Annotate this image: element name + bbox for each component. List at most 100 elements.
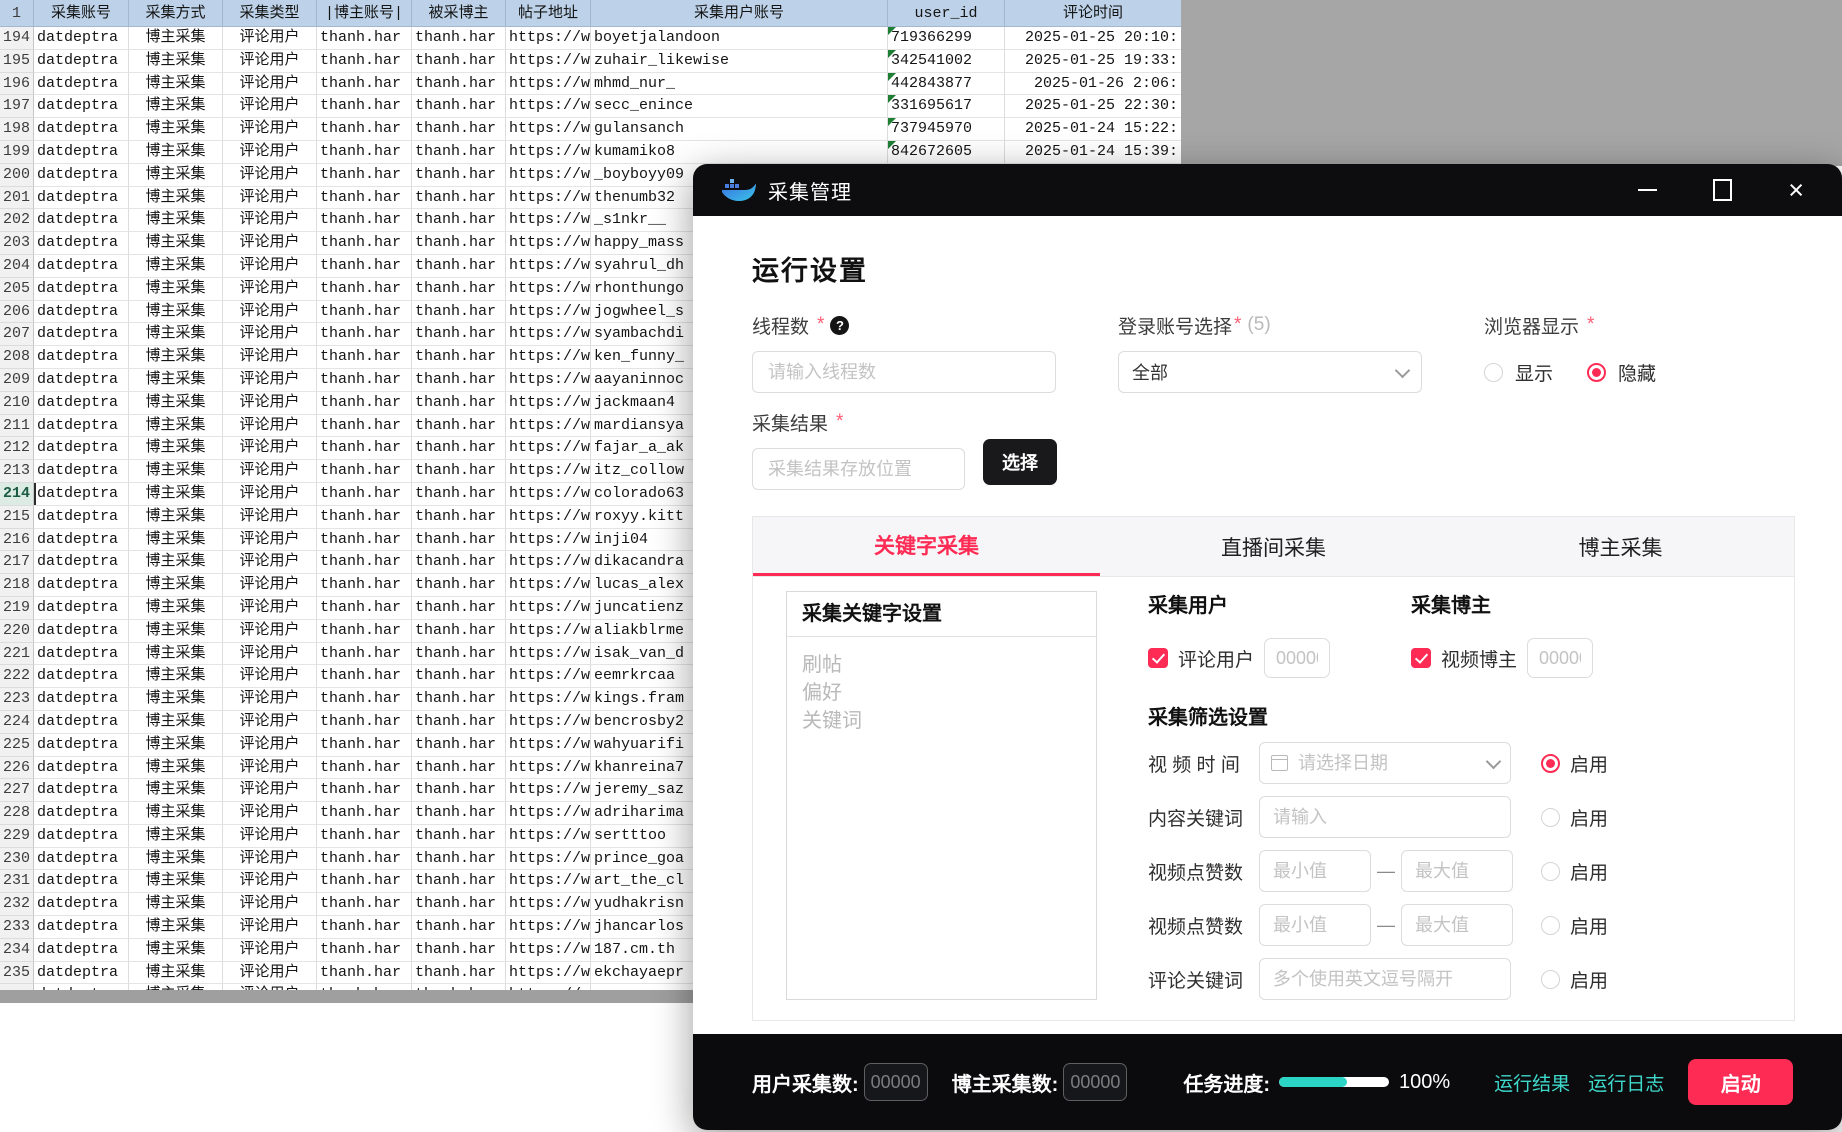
- cell[interactable]: thanh.har: [317, 825, 412, 848]
- cell[interactable]: thanh.har: [317, 301, 412, 324]
- cell[interactable]: 评论用户: [223, 209, 317, 232]
- cell[interactable]: 评论用户: [223, 255, 317, 278]
- cell[interactable]: thanh.har: [317, 802, 412, 825]
- row-number[interactable]: 215: [0, 506, 34, 529]
- cell[interactable]: thanh.har: [412, 893, 506, 916]
- cell[interactable]: https://w: [506, 209, 591, 232]
- video-likes2-enable-radio[interactable]: [1541, 916, 1560, 935]
- row-number[interactable]: 198: [0, 118, 34, 141]
- cell[interactable]: 评论用户: [223, 483, 317, 506]
- cell[interactable]: thanh.har: [412, 597, 506, 620]
- cell[interactable]: thanh.har: [412, 164, 506, 187]
- row-number[interactable]: 211: [0, 415, 34, 438]
- cell[interactable]: thanh.har: [412, 665, 506, 688]
- cell[interactable]: https://w: [506, 95, 591, 118]
- cell[interactable]: 博主采集: [129, 551, 223, 574]
- row-number[interactable]: 228: [0, 802, 34, 825]
- video-likes2-max-field[interactable]: [1413, 914, 1501, 937]
- cell[interactable]: 博主采集: [129, 711, 223, 734]
- cell[interactable]: https://w: [506, 665, 591, 688]
- cell[interactable]: thanh.har: [412, 232, 506, 255]
- cell[interactable]: https://w: [506, 27, 591, 50]
- cell[interactable]: datdeptra: [34, 50, 129, 73]
- cell[interactable]: thanh.har: [317, 483, 412, 506]
- cell[interactable]: 博主采集: [129, 688, 223, 711]
- row-number[interactable]: 219: [0, 597, 34, 620]
- cell[interactable]: 博主采集: [129, 392, 223, 415]
- cell[interactable]: 2025-01-25 22:30:: [1005, 95, 1181, 118]
- cell[interactable]: thanh.har: [317, 870, 412, 893]
- cell[interactable]: thanh.har: [317, 506, 412, 529]
- cell[interactable]: thanh.har: [317, 164, 412, 187]
- cell[interactable]: datdeptra: [34, 711, 129, 734]
- tab-blogger-collect[interactable]: 博主采集: [1447, 517, 1794, 576]
- cell[interactable]: thanh.har: [412, 50, 506, 73]
- radio-show[interactable]: [1484, 363, 1503, 382]
- cell[interactable]: 博主采集: [129, 643, 223, 666]
- cell[interactable]: https://w: [506, 415, 591, 438]
- cell[interactable]: https://w: [506, 506, 591, 529]
- user-count-field[interactable]: [865, 1071, 927, 1094]
- column-header[interactable]: 采集用户账号: [591, 0, 888, 27]
- content-keyword-input[interactable]: [1259, 796, 1511, 838]
- cell[interactable]: 评论用户: [223, 95, 317, 118]
- cell[interactable]: thanh.har: [412, 460, 506, 483]
- cell[interactable]: thanh.har: [412, 802, 506, 825]
- cell[interactable]: 719366299: [888, 27, 1005, 50]
- cell[interactable]: 2025-01-25 20:10:: [1005, 27, 1181, 50]
- cell[interactable]: 博主采集: [129, 962, 223, 985]
- cell[interactable]: thanh.har: [317, 574, 412, 597]
- cell[interactable]: https://w: [506, 757, 591, 780]
- cell[interactable]: thanh.har: [317, 187, 412, 210]
- row-number[interactable]: 214: [0, 483, 34, 506]
- cell[interactable]: 博主采集: [129, 95, 223, 118]
- cell[interactable]: 博主采集: [129, 916, 223, 939]
- cell[interactable]: thanh.har: [412, 27, 506, 50]
- cell[interactable]: https://w: [506, 848, 591, 871]
- corner-cell[interactable]: 1: [0, 0, 34, 27]
- cell[interactable]: https://w: [506, 711, 591, 734]
- result-path-field[interactable]: [766, 458, 951, 481]
- cell[interactable]: 博主采集: [129, 825, 223, 848]
- cell[interactable]: https://w: [506, 118, 591, 141]
- cell[interactable]: datdeptra: [34, 95, 129, 118]
- cell[interactable]: thanh.har: [412, 848, 506, 871]
- cell[interactable]: 评论用户: [223, 916, 317, 939]
- row-number[interactable]: 231: [0, 870, 34, 893]
- cell[interactable]: 博主采集: [129, 50, 223, 73]
- cell[interactable]: datdeptra: [34, 164, 129, 187]
- video-likes-min-field[interactable]: [1271, 860, 1359, 883]
- cell[interactable]: thanh.har: [317, 73, 412, 96]
- cell[interactable]: thanh.har: [317, 346, 412, 369]
- cell[interactable]: datdeptra: [34, 369, 129, 392]
- video-likes-enable-radio[interactable]: [1541, 862, 1560, 881]
- cell[interactable]: secc_enince: [591, 95, 888, 118]
- cell[interactable]: thanh.har: [317, 962, 412, 985]
- cell[interactable]: thanh.har: [317, 597, 412, 620]
- cell[interactable]: thanh.har: [412, 255, 506, 278]
- cell[interactable]: thanh.har: [317, 437, 412, 460]
- cell[interactable]: thanh.har: [412, 939, 506, 962]
- cell[interactable]: datdeptra: [34, 825, 129, 848]
- minimize-button[interactable]: [1638, 189, 1657, 191]
- cell[interactable]: https://w: [506, 734, 591, 757]
- cell[interactable]: 评论用户: [223, 301, 317, 324]
- cell[interactable]: https://w: [506, 483, 591, 506]
- cell[interactable]: datdeptra: [34, 27, 129, 50]
- cell[interactable]: thanh.har: [317, 460, 412, 483]
- cell[interactable]: datdeptra: [34, 665, 129, 688]
- cell[interactable]: 842672605: [888, 141, 1005, 164]
- cell[interactable]: thanh.har: [317, 415, 412, 438]
- cell[interactable]: thanh.har: [317, 665, 412, 688]
- cell[interactable]: thanh.har: [317, 551, 412, 574]
- cell[interactable]: 评论用户: [223, 415, 317, 438]
- column-header[interactable]: |博主账号|: [317, 0, 412, 27]
- cell[interactable]: https://w: [506, 916, 591, 939]
- result-path-input[interactable]: [752, 448, 965, 490]
- cell[interactable]: thanh.har: [412, 825, 506, 848]
- cell[interactable]: 2025-01-24 15:39:: [1005, 141, 1181, 164]
- cell[interactable]: 2025-01-24 15:22:: [1005, 118, 1181, 141]
- cell[interactable]: datdeptra: [34, 255, 129, 278]
- cell[interactable]: https://w: [506, 939, 591, 962]
- cell[interactable]: datdeptra: [34, 620, 129, 643]
